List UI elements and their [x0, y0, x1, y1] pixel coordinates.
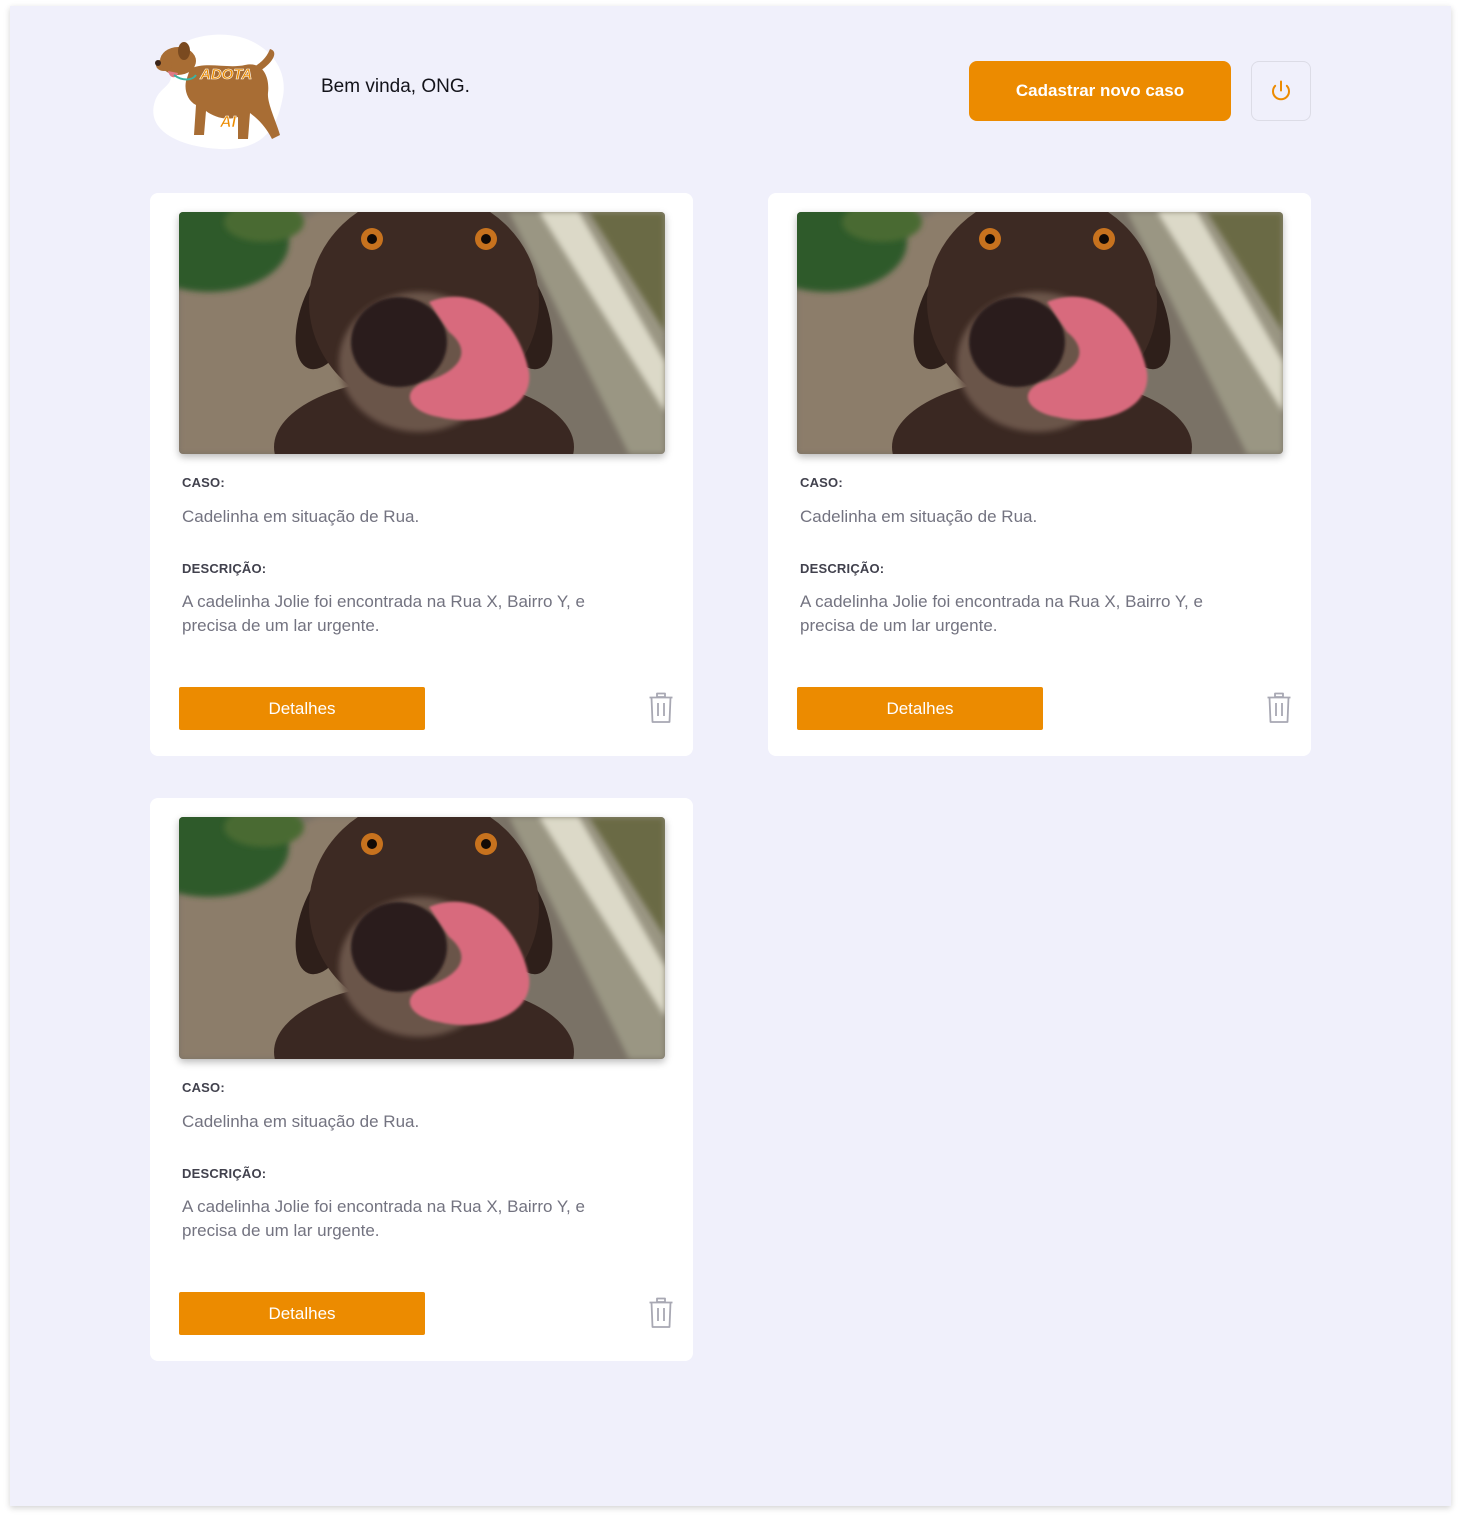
delete-button[interactable]	[1264, 692, 1294, 726]
details-button[interactable]: Detalhes	[797, 687, 1043, 730]
case-card: CASO: Cadelinha em situação de Rua. DESC…	[768, 193, 1311, 756]
trash-icon	[1267, 692, 1291, 723]
trash-icon	[649, 692, 673, 723]
case-photo	[797, 212, 1283, 454]
trash-icon	[649, 1297, 673, 1328]
svg-text:ADOTA: ADOTA	[199, 66, 252, 83]
case-title: Cadelinha em situação de Rua.	[182, 507, 420, 526]
case-title: Cadelinha em situação de Rua.	[182, 1112, 420, 1131]
app-window: ADOTA AI Bem vinda, ONG. Cadastrar novo …	[10, 6, 1451, 1506]
logout-button[interactable]	[1251, 61, 1311, 121]
description-label: DESCRIÇÃO:	[182, 561, 267, 576]
case-description: A cadelinha Jolie foi encontrada na Rua …	[182, 592, 585, 635]
case-label: CASO:	[182, 1080, 225, 1095]
case-title: Cadelinha em situação de Rua.	[800, 507, 1038, 526]
welcome-text: Bem vinda, ONG.	[321, 76, 470, 97]
case-card: CASO: Cadelinha em situação de Rua. DESC…	[150, 193, 693, 756]
case-description: A cadelinha Jolie foi encontrada na Rua …	[182, 1197, 585, 1240]
new-case-button[interactable]: Cadastrar novo caso	[969, 61, 1231, 121]
case-card: CASO: Cadelinha em situação de Rua. DESC…	[150, 798, 693, 1361]
case-photo	[179, 817, 665, 1059]
adota-ai-logo: ADOTA AI	[150, 31, 286, 153]
case-photo	[179, 212, 665, 454]
case-label: CASO:	[800, 475, 843, 490]
details-button[interactable]: Detalhes	[179, 1292, 425, 1335]
details-button[interactable]: Detalhes	[179, 687, 425, 730]
description-label: DESCRIÇÃO:	[800, 561, 885, 576]
svg-text:AI: AI	[219, 114, 237, 131]
case-label: CASO:	[182, 475, 225, 490]
description-label: DESCRIÇÃO:	[182, 1166, 267, 1181]
delete-button[interactable]	[646, 1297, 676, 1331]
power-icon	[1272, 80, 1290, 101]
delete-button[interactable]	[646, 692, 676, 726]
case-description: A cadelinha Jolie foi encontrada na Rua …	[800, 592, 1203, 635]
